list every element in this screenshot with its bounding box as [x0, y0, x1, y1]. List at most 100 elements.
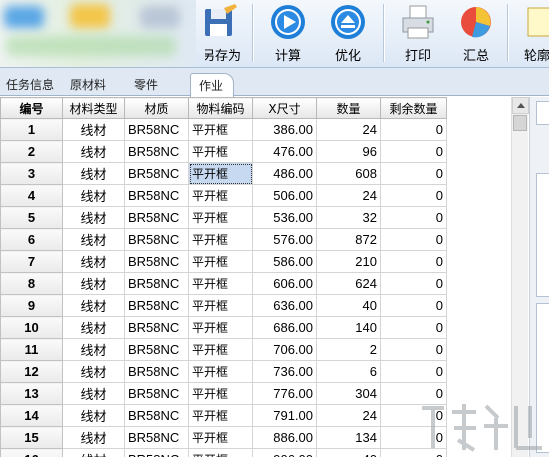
remaining-cell[interactable]: 0 [380, 316, 447, 339]
x-size-cell[interactable]: 606.00 [252, 272, 317, 295]
table-row[interactable]: 5 线材 BR58NC 平开框 536.00 32 0 [0, 206, 447, 229]
x-size-cell[interactable]: 886.00 [252, 426, 317, 449]
material-cell[interactable]: BR58NC [124, 294, 189, 317]
remaining-cell[interactable]: 0 [380, 118, 447, 141]
material-type-cell[interactable]: 线材 [62, 272, 125, 295]
row-id-cell[interactable]: 14 [0, 404, 63, 427]
quantity-cell[interactable]: 134 [316, 426, 381, 449]
row-id-cell[interactable]: 13 [0, 382, 63, 405]
code-cell[interactable]: 平开框 [188, 294, 253, 317]
material-cell[interactable]: BR58NC [124, 184, 189, 207]
panel-field[interactable] [536, 173, 549, 297]
code-cell[interactable]: 平开框 [188, 448, 253, 457]
material-cell[interactable]: BR58NC [124, 426, 189, 449]
quantity-cell[interactable]: 608 [316, 162, 381, 185]
save-as-button[interactable]: 另存为 [196, 0, 244, 66]
code-cell[interactable]: 平开框 [188, 316, 253, 339]
calculate-button[interactable]: 计算 [264, 0, 312, 66]
table-row[interactable]: 3 线材 BR58NC 平开框 486.00 608 0 [0, 162, 447, 185]
row-id-cell[interactable]: 4 [0, 184, 63, 207]
table-row[interactable]: 6 线材 BR58NC 平开框 576.00 872 0 [0, 228, 447, 251]
remaining-cell[interactable]: 0 [380, 272, 447, 295]
table-row[interactable]: 16线材BR58NC平开框906.00400 [0, 448, 447, 457]
material-type-cell[interactable]: 线材 [62, 250, 125, 273]
column-header-type[interactable]: 材料类型 [62, 97, 125, 119]
table-row[interactable]: 14 线材 BR58NC 平开框 791.00 24 0 [0, 404, 447, 427]
x-size-cell[interactable]: 486.00 [252, 162, 317, 185]
summary-button[interactable]: 汇总 [452, 0, 500, 66]
row-id-cell[interactable]: 10 [0, 316, 63, 339]
row-id-cell[interactable]: 12 [0, 360, 63, 383]
material-type-cell[interactable]: 线材 [62, 382, 125, 405]
row-id-cell[interactable]: 15 [0, 426, 63, 449]
material-type-cell[interactable]: 线材 [62, 404, 125, 427]
quantity-cell[interactable]: 624 [316, 272, 381, 295]
table-row[interactable]: 15 线材 BR58NC 平开框 886.00 134 0 [0, 426, 447, 449]
material-type-cell[interactable]: 线材 [62, 426, 125, 449]
code-cell[interactable]: 平开框 [188, 140, 253, 163]
material-type-cell[interactable]: 线材 [62, 162, 125, 185]
x-size-cell[interactable]: 506.00 [252, 184, 317, 207]
table-row[interactable]: 10 线材 BR58NC 平开框 686.00 140 0 [0, 316, 447, 339]
table-row[interactable]: 8 线材 BR58NC 平开框 606.00 624 0 [0, 272, 447, 295]
code-cell[interactable]: 平开框 [188, 360, 253, 383]
x-size-cell[interactable]: 536.00 [252, 206, 317, 229]
material-type-cell[interactable]: 线材 [62, 228, 125, 251]
quantity-cell[interactable]: 6 [316, 360, 381, 383]
x-size-cell[interactable]: 686.00 [252, 316, 317, 339]
quantity-cell[interactable]: 210 [316, 250, 381, 273]
quantity-cell[interactable]: 96 [316, 140, 381, 163]
code-cell[interactable]: 平开框 [188, 228, 253, 251]
quantity-cell[interactable]: 40 [316, 448, 381, 457]
row-id-cell[interactable]: 5 [0, 206, 63, 229]
x-size-cell[interactable]: 576.00 [252, 228, 317, 251]
x-size-cell[interactable]: 706.00 [252, 338, 317, 361]
x-size-cell[interactable]: 636.00 [252, 294, 317, 317]
x-size-cell[interactable]: 476.00 [252, 140, 317, 163]
x-size-cell[interactable]: 791.00 [252, 404, 317, 427]
quantity-cell[interactable]: 304 [316, 382, 381, 405]
tab-task-info[interactable]: 任务信息 [6, 76, 54, 93]
scrollbar-thumb[interactable] [513, 115, 527, 131]
row-id-cell[interactable]: 6 [0, 228, 63, 251]
material-type-cell[interactable]: 线材 [62, 360, 125, 383]
material-cell[interactable]: BR58NC [124, 206, 189, 229]
material-cell[interactable]: BR58NC [124, 360, 189, 383]
remaining-cell[interactable]: 0 [380, 294, 447, 317]
scroll-up-arrow-icon[interactable] [512, 97, 529, 114]
row-id-cell[interactable]: 3 [0, 162, 63, 185]
quantity-cell[interactable]: 872 [316, 228, 381, 251]
table-row[interactable]: 4 线材 BR58NC 平开框 506.00 24 0 [0, 184, 447, 207]
code-cell[interactable]: 平开框 [188, 250, 253, 273]
material-type-cell[interactable]: 线材 [62, 206, 125, 229]
material-cell[interactable]: BR58NC [124, 338, 189, 361]
material-type-cell[interactable]: 线材 [62, 316, 125, 339]
x-size-cell[interactable]: 386.00 [252, 118, 317, 141]
quantity-cell[interactable]: 2 [316, 338, 381, 361]
x-size-cell[interactable]: 906.00 [252, 448, 317, 457]
material-cell[interactable]: BR58NC [124, 448, 189, 457]
row-id-cell[interactable]: 8 [0, 272, 63, 295]
code-cell[interactable]: 平开框 [188, 272, 253, 295]
table-row[interactable]: 9 线材 BR58NC 平开框 636.00 40 0 [0, 294, 447, 317]
code-cell[interactable]: 平开框 [188, 338, 253, 361]
material-cell[interactable]: BR58NC [124, 140, 189, 163]
row-id-cell[interactable]: 11 [0, 338, 63, 361]
code-cell[interactable]: 平开框 [188, 382, 253, 405]
quantity-cell[interactable]: 32 [316, 206, 381, 229]
material-type-cell[interactable]: 线材 [62, 448, 125, 457]
material-cell[interactable]: BR58NC [124, 162, 189, 185]
remaining-cell[interactable]: 0 [380, 184, 447, 207]
column-header-remaining[interactable]: 剩余数量 [380, 97, 447, 119]
tab-job[interactable]: 作业 [190, 73, 235, 97]
material-type-cell[interactable]: 线材 [62, 118, 125, 141]
material-cell[interactable]: BR58NC [124, 404, 189, 427]
column-header-quantity[interactable]: 数量 [316, 97, 381, 119]
tab-parts[interactable]: 零件 [134, 76, 158, 93]
material-cell[interactable]: BR58NC [124, 382, 189, 405]
code-cell[interactable]: 平开框 [188, 118, 253, 141]
remaining-cell[interactable]: 0 [380, 228, 447, 251]
x-size-cell[interactable]: 736.00 [252, 360, 317, 383]
print-button[interactable]: 打印 [394, 0, 442, 66]
material-cell[interactable]: BR58NC [124, 228, 189, 251]
